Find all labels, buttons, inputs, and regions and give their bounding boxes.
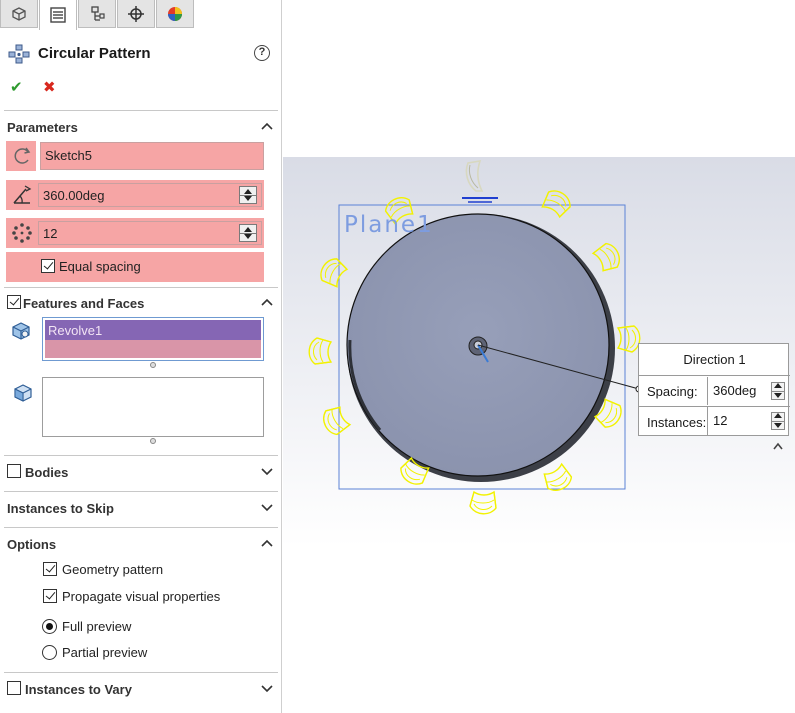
tab-configuration-manager[interactable] [78, 0, 116, 28]
faces-to-pattern-icon [14, 384, 32, 402]
divider [4, 455, 278, 456]
section-parameters-label: Parameters [7, 120, 78, 135]
section-skip-label: Instances to Skip [7, 501, 114, 516]
plane-label: Plane1 [344, 212, 434, 238]
callout-spacing-input[interactable]: 360deg [707, 377, 788, 405]
callout-instances-input[interactable]: 12 [707, 407, 788, 435]
equal-spacing-checkbox[interactable] [41, 259, 55, 273]
full-preview-radio[interactable] [42, 619, 57, 634]
section-instances-to-vary[interactable]: Instances to Vary [7, 678, 275, 700]
chevron-up-icon [261, 298, 273, 306]
instances-to-vary-checkbox[interactable] [7, 681, 21, 695]
section-features-and-faces[interactable]: Features and Faces [7, 292, 275, 314]
callout-spacing-label: Spacing: [647, 384, 698, 399]
tab-dimxpert-manager[interactable] [117, 0, 155, 28]
equal-spacing-label: Equal spacing [59, 259, 141, 274]
propagate-visual-label: Propagate visual properties [62, 589, 221, 604]
angle-icon [13, 185, 32, 204]
list-item-selected[interactable]: Revolve1 [45, 320, 261, 340]
section-bodies[interactable]: Bodies [7, 461, 275, 483]
instances-value: 12 [43, 226, 58, 241]
list-highlight [45, 340, 261, 358]
feature-manager-icon [12, 6, 26, 21]
feature-item-label: Revolve1 [48, 323, 103, 338]
circular-pattern-icon [8, 44, 30, 64]
tab-feature-manager[interactable] [0, 0, 38, 28]
divider [4, 527, 278, 528]
dimxpert-manager-icon [128, 5, 144, 22]
divider [4, 491, 278, 492]
geometry-pattern-label: Geometry pattern [62, 562, 164, 577]
partial-preview-label: Partial preview [62, 645, 148, 660]
section-parameters[interactable]: Parameters [7, 116, 275, 138]
chevron-down-icon [261, 685, 273, 693]
section-features-label: Features and Faces [23, 296, 145, 311]
configuration-manager-icon [91, 5, 105, 21]
property-manager-icon [50, 7, 66, 23]
angle-spinner[interactable] [239, 186, 257, 204]
callout-spacing-value: 360deg [713, 383, 757, 398]
propagate-visual-checkbox[interactable] [43, 589, 57, 603]
resize-grip[interactable] [150, 438, 156, 444]
callout-instances-value: 12 [713, 413, 728, 428]
cancel-button[interactable]: ✖ [43, 78, 56, 96]
section-vary-label: Instances to Vary [25, 682, 132, 697]
pattern-axis-field[interactable]: Sketch5 [40, 142, 264, 170]
chevron-up-icon [261, 539, 273, 547]
divider [4, 672, 278, 673]
resize-grip[interactable] [150, 362, 156, 368]
tab-property-manager[interactable] [39, 0, 77, 30]
angle-input[interactable]: 360.00deg [38, 183, 262, 207]
instances-spinner[interactable] [239, 224, 257, 242]
section-instances-to-skip[interactable]: Instances to Skip [7, 497, 275, 519]
chevron-down-icon [261, 504, 273, 512]
features-to-pattern-icon [12, 322, 30, 340]
property-manager-header: Circular Pattern ? [8, 42, 274, 66]
rotate-axis-icon [14, 147, 31, 164]
callout-instances-label: Instances: [647, 415, 707, 430]
tab-display-manager[interactable] [156, 0, 194, 28]
pattern-axis-value: Sketch5 [45, 148, 92, 163]
ok-button[interactable]: ✔ [10, 78, 23, 96]
instances-icon [12, 223, 32, 243]
property-manager-panel: Circular Pattern ? ✔ ✖ Parameters Sketch… [0, 0, 282, 713]
geometry-pattern-checkbox[interactable] [43, 562, 57, 576]
faces-list[interactable] [42, 377, 264, 437]
bodies-checkbox[interactable] [7, 464, 21, 478]
features-list[interactable]: Revolve1 [42, 317, 264, 361]
full-preview-label: Full preview [62, 619, 132, 634]
divider [4, 110, 278, 111]
features-and-faces-checkbox[interactable] [7, 295, 21, 309]
display-manager-icon [168, 6, 182, 21]
instances-input[interactable]: 12 [38, 221, 262, 245]
section-options[interactable]: Options [7, 533, 275, 555]
chevron-up-icon[interactable] [772, 441, 784, 451]
direction-callout: Direction 1 Spacing: 360deg Instances: 1… [638, 343, 790, 436]
divider [4, 287, 278, 288]
help-icon[interactable]: ? [254, 45, 270, 61]
chevron-down-icon [261, 468, 273, 476]
partial-preview-radio[interactable] [42, 645, 57, 660]
callout-title: Direction 1 [683, 352, 746, 367]
section-bodies-label: Bodies [25, 465, 69, 480]
chevron-up-icon [261, 122, 273, 130]
manager-tabs [0, 0, 281, 30]
angle-value: 360.00deg [43, 188, 105, 203]
page-title: Circular Pattern [38, 45, 151, 62]
section-options-label: Options [7, 537, 57, 552]
